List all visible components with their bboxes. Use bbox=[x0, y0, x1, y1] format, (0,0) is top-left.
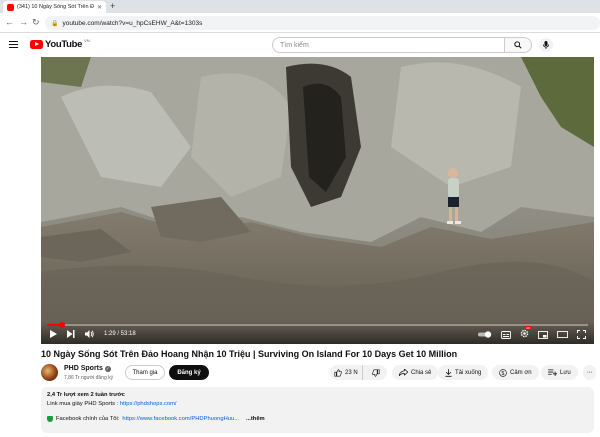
search-button[interactable] bbox=[504, 37, 532, 53]
save-label: Lưu bbox=[560, 369, 571, 376]
more-horizontal-icon: ··· bbox=[586, 369, 593, 376]
video-title: 10 Ngày Sống Sót Trên Đảo Hoang Nhận 10 … bbox=[41, 349, 458, 359]
search-placeholder: Tìm kiếm bbox=[280, 41, 309, 49]
channel-name: PHD Sports bbox=[64, 365, 103, 372]
download-icon bbox=[445, 368, 452, 377]
timecode: 1:29 / 53:18 bbox=[104, 331, 136, 337]
tab-title: (341) 10 Ngày Sống Sót Trên Đả bbox=[17, 4, 94, 10]
lock-icon: 🔒 bbox=[51, 20, 59, 27]
forward-arrow-icon[interactable]: → bbox=[19, 17, 28, 27]
download-button[interactable]: Tải xuống bbox=[438, 365, 489, 380]
autoplay-toggle-icon[interactable] bbox=[478, 331, 492, 338]
reload-icon[interactable]: ↻ bbox=[32, 17, 40, 28]
view-count-and-date: 2,4 Tr lượt xem 2 tuần trước bbox=[47, 392, 125, 398]
volume-icon[interactable] bbox=[85, 330, 94, 338]
shop-link[interactable]: https://phdshops.com/ bbox=[120, 401, 177, 407]
like-count: 23 N bbox=[345, 369, 358, 376]
settings-control[interactable]: HD bbox=[520, 326, 532, 340]
channel-row: PHD Sports ✓ 7,86 Tr người đăng ký Tham … bbox=[41, 363, 596, 383]
country-code: VN bbox=[84, 38, 90, 43]
address-bar: ← → ↻ 🔒 youtube.com/watch?v=u_hpCsEHW_A&… bbox=[0, 13, 600, 33]
gear-icon bbox=[520, 329, 529, 338]
download-label: Tải xuống bbox=[455, 369, 482, 376]
fullscreen-icon[interactable] bbox=[577, 330, 586, 339]
close-tab-icon[interactable]: ✕ bbox=[97, 4, 102, 11]
back-arrow-icon[interactable]: ← bbox=[5, 17, 14, 27]
share-button[interactable]: Chia sẻ bbox=[392, 365, 439, 380]
shop-line: Link mua giày PHD Sports : https://phdsh… bbox=[47, 401, 588, 407]
theater-mode-icon[interactable] bbox=[557, 331, 568, 338]
search-input[interactable]: Tìm kiếm bbox=[272, 37, 505, 53]
youtube-logo[interactable]: YouTube VN bbox=[30, 38, 90, 50]
shop-text: Link mua giày PHD Sports : bbox=[47, 401, 120, 407]
video-player[interactable]: 1:29 / 53:18 HD bbox=[41, 57, 594, 344]
subscribe-button[interactable]: Đăng ký bbox=[169, 365, 209, 380]
next-icon[interactable] bbox=[67, 330, 75, 338]
play-icon[interactable] bbox=[50, 330, 57, 338]
thanks-button[interactable]: $ Cảm ơn bbox=[492, 365, 539, 380]
browser-tab[interactable]: (341) 10 Ngày Sống Sót Trên Đả ✕ bbox=[3, 1, 106, 13]
join-button[interactable]: Tham gia bbox=[125, 365, 165, 380]
player-controls: 1:29 / 53:18 HD bbox=[41, 322, 594, 344]
thanks-label: Cảm ơn bbox=[510, 369, 532, 376]
channel-name-link[interactable]: PHD Sports ✓ bbox=[64, 365, 111, 372]
add-to-playlist-icon bbox=[548, 369, 557, 376]
youtube-play-icon bbox=[30, 40, 43, 49]
new-tab-button[interactable]: + bbox=[110, 1, 115, 11]
youtube-favicon-icon bbox=[7, 3, 14, 11]
video-frame bbox=[41, 57, 594, 344]
share-label: Chia sẻ bbox=[411, 369, 432, 376]
hamburger-menu-icon[interactable] bbox=[9, 41, 18, 49]
right-controls: HD bbox=[478, 326, 586, 340]
progress-scrubber[interactable] bbox=[59, 322, 66, 328]
channel-avatar[interactable] bbox=[41, 364, 58, 381]
microphone-icon bbox=[543, 41, 549, 49]
thumbs-down-icon bbox=[372, 368, 380, 377]
facebook-link[interactable]: https://www.facebook.com/PHDPhuongHuu... bbox=[122, 416, 239, 422]
dislike-button[interactable] bbox=[366, 365, 387, 380]
youtube-header: YouTube VN Tìm kiếm bbox=[0, 33, 600, 57]
url-field[interactable]: 🔒 youtube.com/watch?v=u_hpCsEHW_A&t=1303… bbox=[45, 16, 600, 30]
verified-check-icon: ✓ bbox=[104, 365, 111, 372]
like-dislike-group: 23 N bbox=[330, 365, 387, 380]
share-arrow-icon bbox=[399, 369, 408, 376]
voice-search-button[interactable] bbox=[539, 38, 553, 52]
super-thanks-icon: $ bbox=[499, 368, 507, 376]
more-actions-button[interactable]: ··· bbox=[583, 365, 596, 380]
description-box[interactable]: 2,4 Tr lượt xem 2 tuần trước Link mua gi… bbox=[41, 387, 594, 433]
miniplayer-icon[interactable] bbox=[538, 330, 548, 339]
save-button[interactable]: Lưu bbox=[541, 365, 578, 380]
hd-badge: HD bbox=[525, 326, 532, 330]
browser-tab-bar: (341) 10 Ngày Sống Sót Trên Đả ✕ + bbox=[0, 0, 600, 13]
green-shield-icon bbox=[47, 416, 53, 422]
subtitles-icon[interactable] bbox=[501, 330, 511, 339]
like-button[interactable]: 23 N bbox=[330, 365, 363, 380]
logo-text: YouTube bbox=[45, 39, 83, 50]
facebook-line: Facebook chính của Tôi: https://www.face… bbox=[47, 416, 588, 422]
url-text: youtube.com/watch?v=u_hpCsEHW_A&t=1303s bbox=[62, 19, 203, 27]
search-icon bbox=[514, 41, 522, 49]
left-controls: 1:29 / 53:18 bbox=[50, 330, 136, 338]
show-more-button[interactable]: ...thêm bbox=[246, 416, 265, 422]
svg-text:$: $ bbox=[502, 370, 505, 376]
thumbs-up-icon bbox=[334, 368, 342, 377]
subscriber-count: 7,86 Tr người đăng ký bbox=[64, 375, 114, 381]
progress-bar[interactable] bbox=[47, 322, 588, 328]
facebook-text: Facebook chính của Tôi: bbox=[56, 416, 120, 422]
